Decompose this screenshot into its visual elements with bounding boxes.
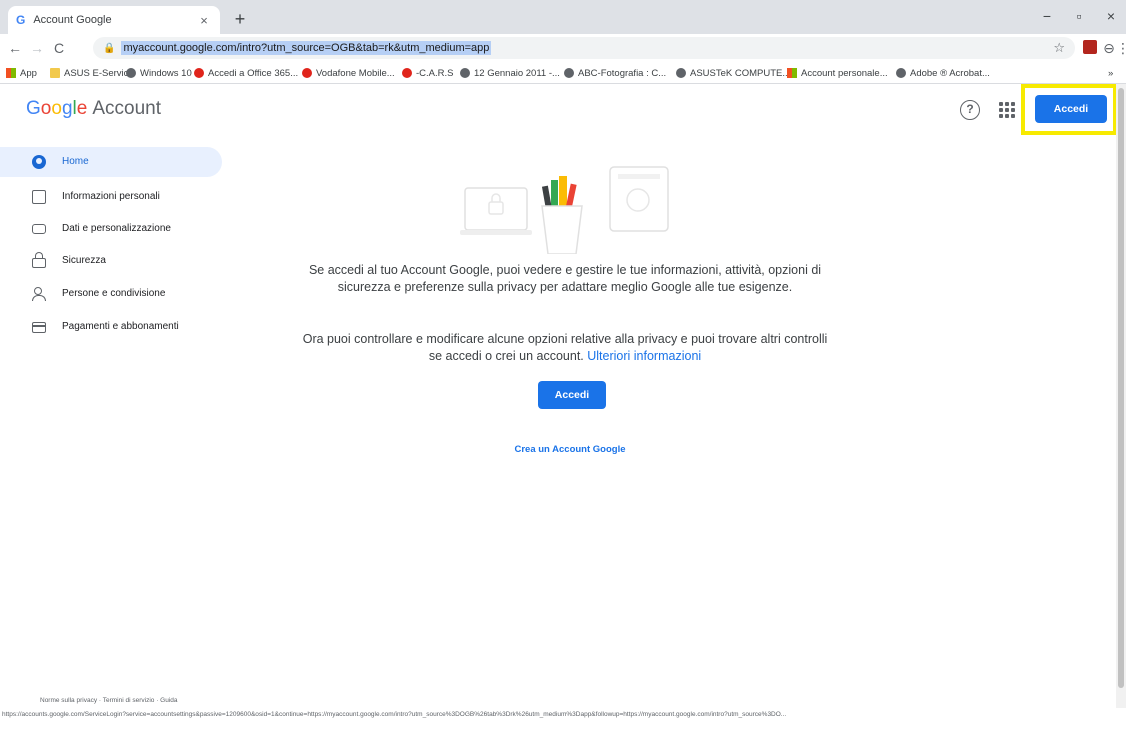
back-arrow-icon[interactable]: ←	[6, 38, 24, 58]
browser-titlebar: G Account Google × + − ▫ ×	[0, 0, 1126, 34]
bookmark-item[interactable]: -C.A.R.S	[402, 65, 453, 81]
address-url[interactable]: myaccount.google.com/intro?utm_source=OG…	[121, 41, 492, 55]
bookmark-label: Vodafone Mobile...	[316, 67, 395, 79]
logo-letter: e	[76, 98, 88, 119]
globe-icon	[460, 68, 470, 78]
home-icon	[32, 155, 46, 169]
bookmark-label: ABC-Fotografia : C...	[578, 67, 667, 79]
bookmark-item[interactable]: Vodafone Mobile...	[302, 65, 395, 81]
bookmarks-bar: App ASUS E-Service Windows 10 Accedi a O…	[0, 62, 1126, 84]
bookmark-label: App	[20, 67, 37, 79]
bookmark-item[interactable]: Windows 10	[126, 65, 192, 81]
intro-paragraph: Se accedi al tuo Account Google, puoi ve…	[308, 263, 822, 294]
sidebar-item-label: Sicurezza	[62, 255, 106, 266]
bookmark-item[interactable]: 12 Gennaio 2011 -...	[460, 65, 560, 81]
maximize-window-button[interactable]: ▫	[1068, 6, 1090, 26]
page-scrollbar[interactable]	[1116, 84, 1126, 708]
apps-grid-icon	[6, 68, 16, 78]
logo-suffix: Account	[92, 98, 161, 119]
learn-more-link[interactable]: Ulteriori informazioni	[587, 349, 701, 363]
bookmark-item[interactable]: ASUSTeK COMPUTE...	[676, 65, 790, 81]
bookmark-item[interactable]: App	[6, 65, 37, 81]
bookmark-label: ASUS E-Service	[64, 67, 134, 79]
bookmark-label: -C.A.R.S	[416, 67, 454, 79]
lock-icon[interactable]: 🔒	[103, 43, 115, 54]
privacy-text: Ora puoi controllare e modificare alcune…	[302, 332, 828, 363]
browser-toolbar: ← → C 🔒 myaccount.google.com/intro?utm_s…	[0, 34, 1126, 62]
google-favicon-icon: G	[16, 13, 26, 27]
tab-title: Account Google	[33, 14, 112, 26]
help-icon[interactable]: ?	[960, 100, 980, 120]
bookmark-item[interactable]: Adobe ® Acrobat...	[896, 65, 990, 81]
privacy-paragraph: Ora puoi controllare e modificare alcune…	[300, 331, 830, 365]
folder-icon	[50, 68, 60, 78]
bookmark-label: 12 Gennaio 2011 -...	[474, 67, 560, 79]
toggle-icon	[32, 224, 46, 234]
close-window-button[interactable]: ×	[1100, 6, 1122, 26]
bookmark-label: Adobe ® Acrobat...	[910, 67, 990, 79]
header-signin-button[interactable]: Accedi	[1035, 95, 1107, 123]
lock-icon	[32, 252, 46, 268]
sidebar-item-label: Pagamenti e abbonamenti	[62, 321, 179, 332]
browser-tab[interactable]: G Account Google ×	[8, 6, 220, 34]
vodafone-icon	[302, 68, 312, 78]
globe-icon	[564, 68, 574, 78]
cars-icon	[402, 68, 412, 78]
bookmark-item[interactable]: ABC-Fotografia : C...	[564, 65, 666, 81]
globe-icon	[126, 68, 136, 78]
bookmarks-overflow-button[interactable]: »	[1108, 65, 1113, 81]
status-bar-url: https://accounts.google.com/ServiceLogin…	[0, 708, 1116, 722]
forward-arrow-icon[interactable]: →	[28, 38, 46, 58]
address-bar[interactable]: 🔒 myaccount.google.com/intro?utm_source=…	[93, 37, 1075, 59]
globe-icon	[896, 68, 906, 78]
logo-letter: G	[26, 98, 41, 119]
logo-letter: o	[40, 98, 52, 119]
microsoft-icon	[787, 68, 797, 78]
bookmark-star-icon[interactable]: ☆	[1053, 40, 1065, 56]
main-signin-button[interactable]: Accedi	[538, 381, 606, 409]
acrobat-extension-icon[interactable]	[1083, 40, 1097, 54]
privacy-illustration	[460, 166, 669, 254]
bookmark-item[interactable]: Account personale...	[787, 65, 888, 81]
sidebar-item-home[interactable]: Home	[0, 147, 222, 177]
logo-letter: o	[51, 98, 62, 119]
globe-icon	[676, 68, 686, 78]
bookmark-item[interactable]: Accedi a Office 365...	[194, 65, 298, 81]
sidebar-item-label: Informazioni personali	[62, 191, 160, 202]
office-icon	[194, 68, 204, 78]
reload-icon[interactable]: C	[50, 38, 68, 58]
minimize-window-button[interactable]: −	[1036, 6, 1058, 26]
scrollbar-thumb[interactable]	[1118, 88, 1124, 688]
google-account-logo[interactable]: Google Account	[26, 98, 161, 120]
credit-card-icon	[32, 322, 46, 333]
logo-letter: g	[61, 98, 73, 119]
bookmark-label: ASUSTeK COMPUTE...	[690, 67, 791, 79]
bookmark-label: Account personale...	[801, 67, 888, 79]
google-apps-icon[interactable]	[999, 102, 1015, 118]
browser-menu-icon[interactable]: ⋮	[1114, 38, 1126, 58]
id-card-icon	[32, 190, 46, 204]
sidebar-item-label: Persone e condivisione	[62, 288, 166, 299]
create-account-link[interactable]: Crea un Account Google	[440, 444, 700, 455]
new-tab-button[interactable]: +	[230, 8, 250, 30]
close-tab-icon[interactable]: ×	[196, 13, 212, 28]
sidebar-item-label: Home	[62, 156, 89, 167]
bookmark-label: Windows 10	[140, 67, 192, 79]
footer-links[interactable]: Norme sulla privacy · Termini di servizi…	[40, 697, 178, 704]
sidebar-item-label: Dati e personalizzazione	[62, 223, 171, 234]
bookmark-item[interactable]: ASUS E-Service	[50, 65, 134, 81]
people-icon	[32, 287, 46, 301]
bookmark-label: Accedi a Office 365...	[208, 67, 299, 79]
